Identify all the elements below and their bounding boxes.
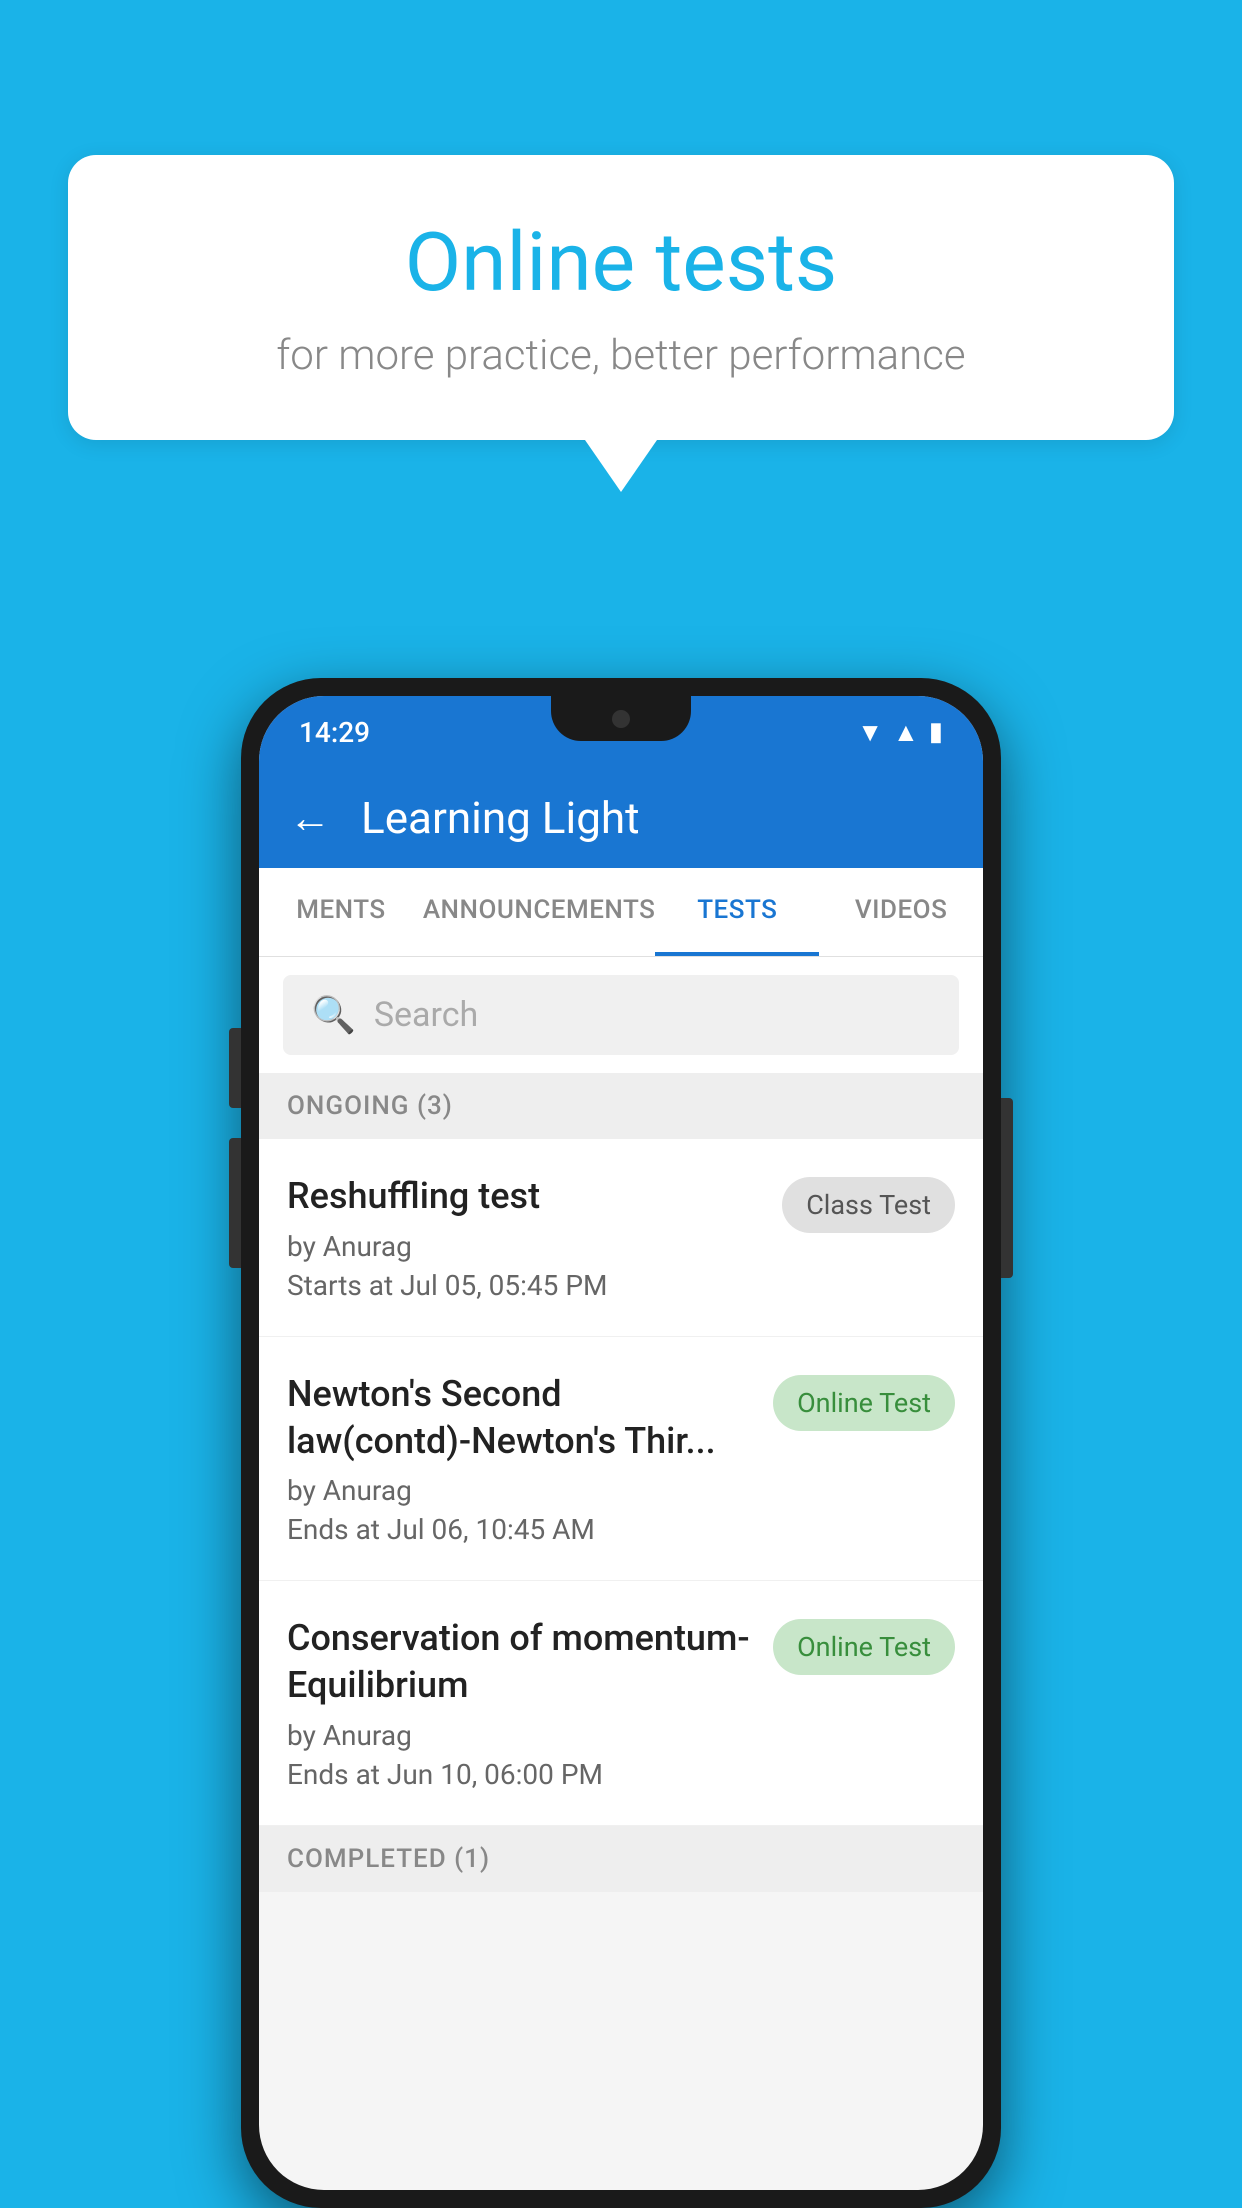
test-badge-3: Online Test <box>773 1619 955 1675</box>
test-item-2[interactable]: Newton's Second law(contd)-Newton's Thir… <box>259 1337 983 1582</box>
tab-announcements[interactable]: ANNOUNCEMENTS <box>423 868 656 956</box>
phone-container: 14:29 ▼ ▲ ▮ ← Learning Light MENTS <box>241 678 1001 2208</box>
volume-down-button[interactable] <box>229 1138 241 1268</box>
test-by-1: by Anurag <box>287 1230 762 1263</box>
tabs-container: MENTS ANNOUNCEMENTS TESTS VIDEOS <box>259 868 983 957</box>
phone-screen: 14:29 ▼ ▲ ▮ ← Learning Light MENTS <box>259 696 983 2190</box>
test-by-2: by Anurag <box>287 1474 753 1507</box>
wifi-icon: ▼ <box>857 717 883 748</box>
test-item-1[interactable]: Reshuffling test by Anurag Starts at Jul… <box>259 1139 983 1337</box>
test-title-2: Newton's Second law(contd)-Newton's Thir… <box>287 1371 753 1465</box>
speech-bubble-container: Online tests for more practice, better p… <box>68 155 1174 492</box>
status-icons: ▼ ▲ ▮ <box>857 717 943 748</box>
speech-bubble-title: Online tests <box>118 215 1124 311</box>
test-time-3: Ends at Jun 10, 06:00 PM <box>287 1758 753 1791</box>
tab-videos[interactable]: VIDEOS <box>819 868 983 956</box>
status-time: 14:29 <box>299 716 370 749</box>
power-button[interactable] <box>1001 1098 1013 1278</box>
search-input[interactable]: Search <box>374 995 478 1035</box>
test-info-3: Conservation of momentum-Equilibrium by … <box>287 1615 753 1791</box>
speech-bubble: Online tests for more practice, better p… <box>68 155 1174 440</box>
test-info-2: Newton's Second law(contd)-Newton's Thir… <box>287 1371 753 1547</box>
completed-section-header: COMPLETED (1) <box>259 1826 983 1892</box>
test-title-3: Conservation of momentum-Equilibrium <box>287 1615 753 1709</box>
search-container: 🔍 Search <box>259 957 983 1073</box>
search-bar[interactable]: 🔍 Search <box>283 975 959 1055</box>
tab-ments[interactable]: MENTS <box>259 868 423 956</box>
test-item-3[interactable]: Conservation of momentum-Equilibrium by … <box>259 1581 983 1826</box>
tab-tests[interactable]: TESTS <box>655 868 819 956</box>
test-badge-1: Class Test <box>782 1177 955 1233</box>
status-bar: 14:29 ▼ ▲ ▮ <box>259 696 983 768</box>
battery-icon: ▮ <box>929 717 943 747</box>
phone-frame: 14:29 ▼ ▲ ▮ ← Learning Light MENTS <box>241 678 1001 2208</box>
test-info-1: Reshuffling test by Anurag Starts at Jul… <box>287 1173 762 1302</box>
camera-icon <box>612 710 630 728</box>
speech-bubble-subtitle: for more practice, better performance <box>118 331 1124 380</box>
back-button[interactable]: ← <box>289 794 331 843</box>
test-time-1: Starts at Jul 05, 05:45 PM <box>287 1269 762 1302</box>
volume-up-button[interactable] <box>229 1028 241 1108</box>
signal-icon: ▲ <box>893 717 919 748</box>
ongoing-section-header: ONGOING (3) <box>259 1073 983 1139</box>
test-by-3: by Anurag <box>287 1719 753 1752</box>
test-time-2: Ends at Jul 06, 10:45 AM <box>287 1513 753 1546</box>
app-bar: ← Learning Light <box>259 768 983 868</box>
test-list: Reshuffling test by Anurag Starts at Jul… <box>259 1139 983 1826</box>
app-bar-title: Learning Light <box>361 792 640 844</box>
test-badge-2: Online Test <box>773 1375 955 1431</box>
phone-notch <box>551 696 691 741</box>
test-title-1: Reshuffling test <box>287 1173 762 1220</box>
speech-bubble-tail <box>585 440 657 492</box>
search-icon: 🔍 <box>311 994 356 1036</box>
